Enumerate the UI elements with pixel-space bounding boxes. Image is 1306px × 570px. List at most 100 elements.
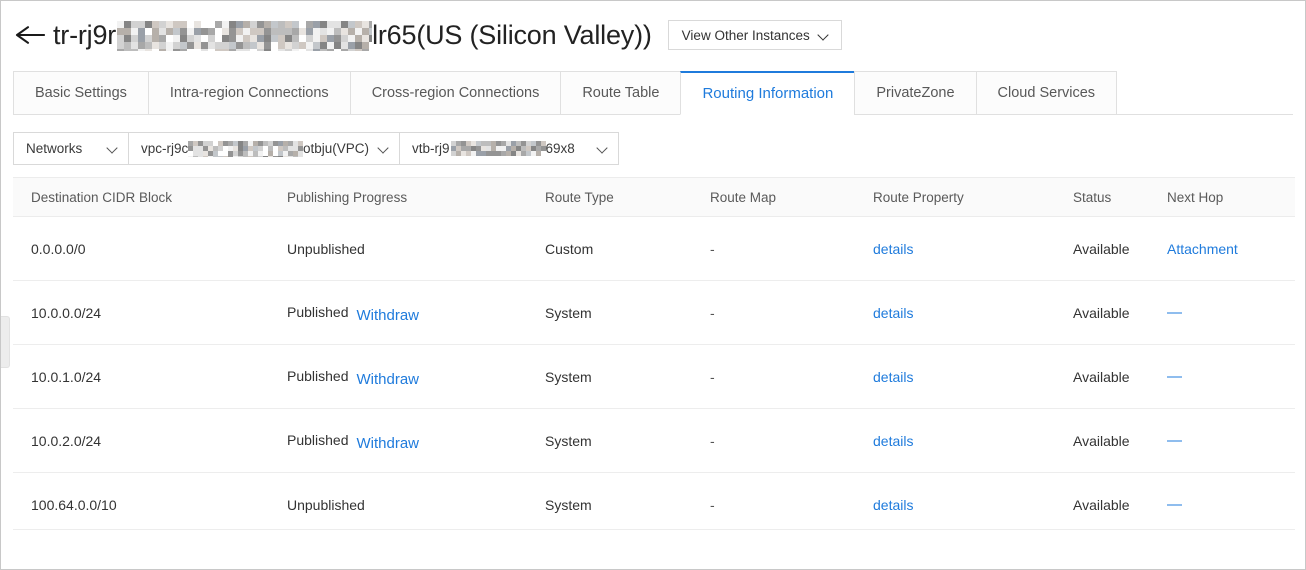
cell-route-type: System [545,497,710,513]
page-root: tr-rj9r lr65(US (Silicon Valley)) View O… [0,0,1306,570]
cell-route-map: - [710,369,873,385]
filter-vtb-label: vtb-rj9 69x8 [412,141,575,156]
page-header: tr-rj9r lr65(US (Silicon Valley)) View O… [1,1,1305,69]
withdraw-link[interactable]: Withdraw [357,371,420,385]
cell-publishing-progress: Published Withdraw [287,432,545,449]
filter-vpc-suffix: otbju(VPC) [303,141,369,156]
chevron-down-icon [819,30,830,41]
cell-status: Available [1073,241,1167,257]
cell-publishing-progress: Unpublished [287,241,545,257]
cell-route-type: System [545,369,710,385]
sidebar-collapse-handle[interactable] [1,316,10,368]
next-hop-empty: — [1167,368,1182,385]
table-footer-area [13,529,1295,569]
table-row: 10.0.2.0/24 Published Withdraw System - detai… [13,409,1295,473]
page-title: tr-rj9r lr65(US (Silicon Valley)) [53,21,652,49]
cell-publishing-progress: Published Withdraw [287,304,545,321]
view-other-instances-button[interactable]: View Other Instances [668,20,842,50]
withdraw-link[interactable]: Withdraw [357,435,420,449]
filter-bar: Networks vpc-rj9c otbju(VPC) vtb-rj9 69x8 [13,132,618,165]
column-header-destination-cidr-block: Destination CIDR Block [13,190,287,205]
cell-destination-cidr-block: 10.0.1.0/24 [13,369,287,385]
cell-status: Available [1073,369,1167,385]
cell-route-property: details [873,241,1073,257]
cell-publishing-progress: Published Withdraw [287,368,545,385]
filter-vtb-suffix: 69x8 [546,141,575,156]
cell-next-hop: — [1167,304,1287,321]
column-header-route-property: Route Property [873,190,1073,205]
column-header-route-map: Route Map [710,190,873,205]
tab-cloud-services[interactable]: Cloud Services [976,71,1118,115]
cell-next-hop: — [1167,496,1287,513]
tab-privatezone[interactable]: PrivateZone [854,71,975,115]
filter-vpc-select[interactable]: vpc-rj9c otbju(VPC) [128,132,400,165]
cell-route-map: - [710,497,873,513]
route-property-details-link[interactable]: details [873,241,913,257]
cell-destination-cidr-block: 0.0.0.0/0 [13,241,287,257]
back-arrow-icon[interactable] [13,18,47,52]
filter-networks-label: Networks [26,141,82,156]
cell-route-property: details [873,433,1073,449]
cell-destination-cidr-block: 100.64.0.0/10 [13,497,287,513]
table-body: 0.0.0.0/0 Unpublished Custom - details Availa… [13,217,1295,537]
cell-status: Available [1073,433,1167,449]
tab-routing-information[interactable]: Routing Information [680,71,854,115]
tab-label: Basic Settings [35,85,127,101]
routing-information-table: Destination CIDR Block Publishing Progres… [13,177,1295,537]
tab-cross-region-connections[interactable]: Cross-region Connections [350,71,561,115]
route-property-details-link[interactable]: details [873,433,913,449]
cell-route-map: - [710,241,873,257]
column-header-next-hop: Next Hop [1167,190,1287,205]
tab-bar: Basic Settings Intra-region Connections Cr… [13,71,1293,115]
filter-vtb-prefix: vtb-rj9 [412,141,450,156]
cell-status: Available [1073,497,1167,513]
cell-route-type: System [545,433,710,449]
cell-next-hop: — [1167,432,1287,449]
cell-route-map: - [710,433,873,449]
cell-next-hop: — [1167,368,1287,385]
tab-intra-region-connections[interactable]: Intra-region Connections [148,71,350,115]
tab-label: Routing Information [702,85,833,102]
column-header-status: Status [1073,190,1167,205]
cell-publishing-progress: Unpublished [287,497,545,513]
publishing-status-text: Unpublished [287,497,365,513]
redacted-title-block [117,21,372,51]
withdraw-link[interactable]: Withdraw [357,307,420,321]
route-property-details-link[interactable]: details [873,369,913,385]
tab-label: Intra-region Connections [170,85,329,101]
publishing-status-text: Published [287,432,349,448]
cell-route-property: details [873,497,1073,513]
next-hop-empty: — [1167,304,1182,321]
cell-status: Available [1073,305,1167,321]
next-hop-link[interactable]: Attachment [1167,241,1238,257]
table-row: 0.0.0.0/0 Unpublished Custom - details Availa… [13,217,1295,281]
view-other-instances-label: View Other Instances [682,28,810,43]
filter-vpc-prefix: vpc-rj9c [141,141,188,156]
cell-destination-cidr-block: 10.0.0.0/24 [13,305,287,321]
tab-basic-settings[interactable]: Basic Settings [13,71,148,115]
table-row: 100.64.0.0/10 Unpublished System - details Av… [13,473,1295,537]
tab-route-table[interactable]: Route Table [560,71,680,115]
cell-next-hop: Attachment [1167,241,1287,257]
filter-vtb-select[interactable]: vtb-rj9 69x8 [399,132,619,165]
redacted-vtb-block [451,141,546,156]
tab-label: PrivateZone [876,85,954,101]
cell-destination-cidr-block: 10.0.2.0/24 [13,433,287,449]
tab-label: Cross-region Connections [372,85,540,101]
page-title-suffix: lr65(US (Silicon Valley)) [372,22,652,49]
filter-networks-select[interactable]: Networks [13,132,129,165]
chevron-down-icon [379,143,390,154]
route-property-details-link[interactable]: details [873,305,913,321]
table-header-row: Destination CIDR Block Publishing Progres… [13,177,1295,217]
tab-label: Cloud Services [998,85,1096,101]
table-row: 10.0.1.0/24 Published Withdraw System - detai… [13,345,1295,409]
route-property-details-link[interactable]: details [873,497,913,513]
publishing-status-text: Unpublished [287,241,365,257]
cell-route-type: System [545,305,710,321]
page-title-prefix: tr-rj9r [53,22,116,49]
tab-label: Route Table [582,85,659,101]
chevron-down-icon [598,143,609,154]
cell-route-map: - [710,305,873,321]
cell-route-type: Custom [545,241,710,257]
next-hop-empty: — [1167,496,1182,513]
